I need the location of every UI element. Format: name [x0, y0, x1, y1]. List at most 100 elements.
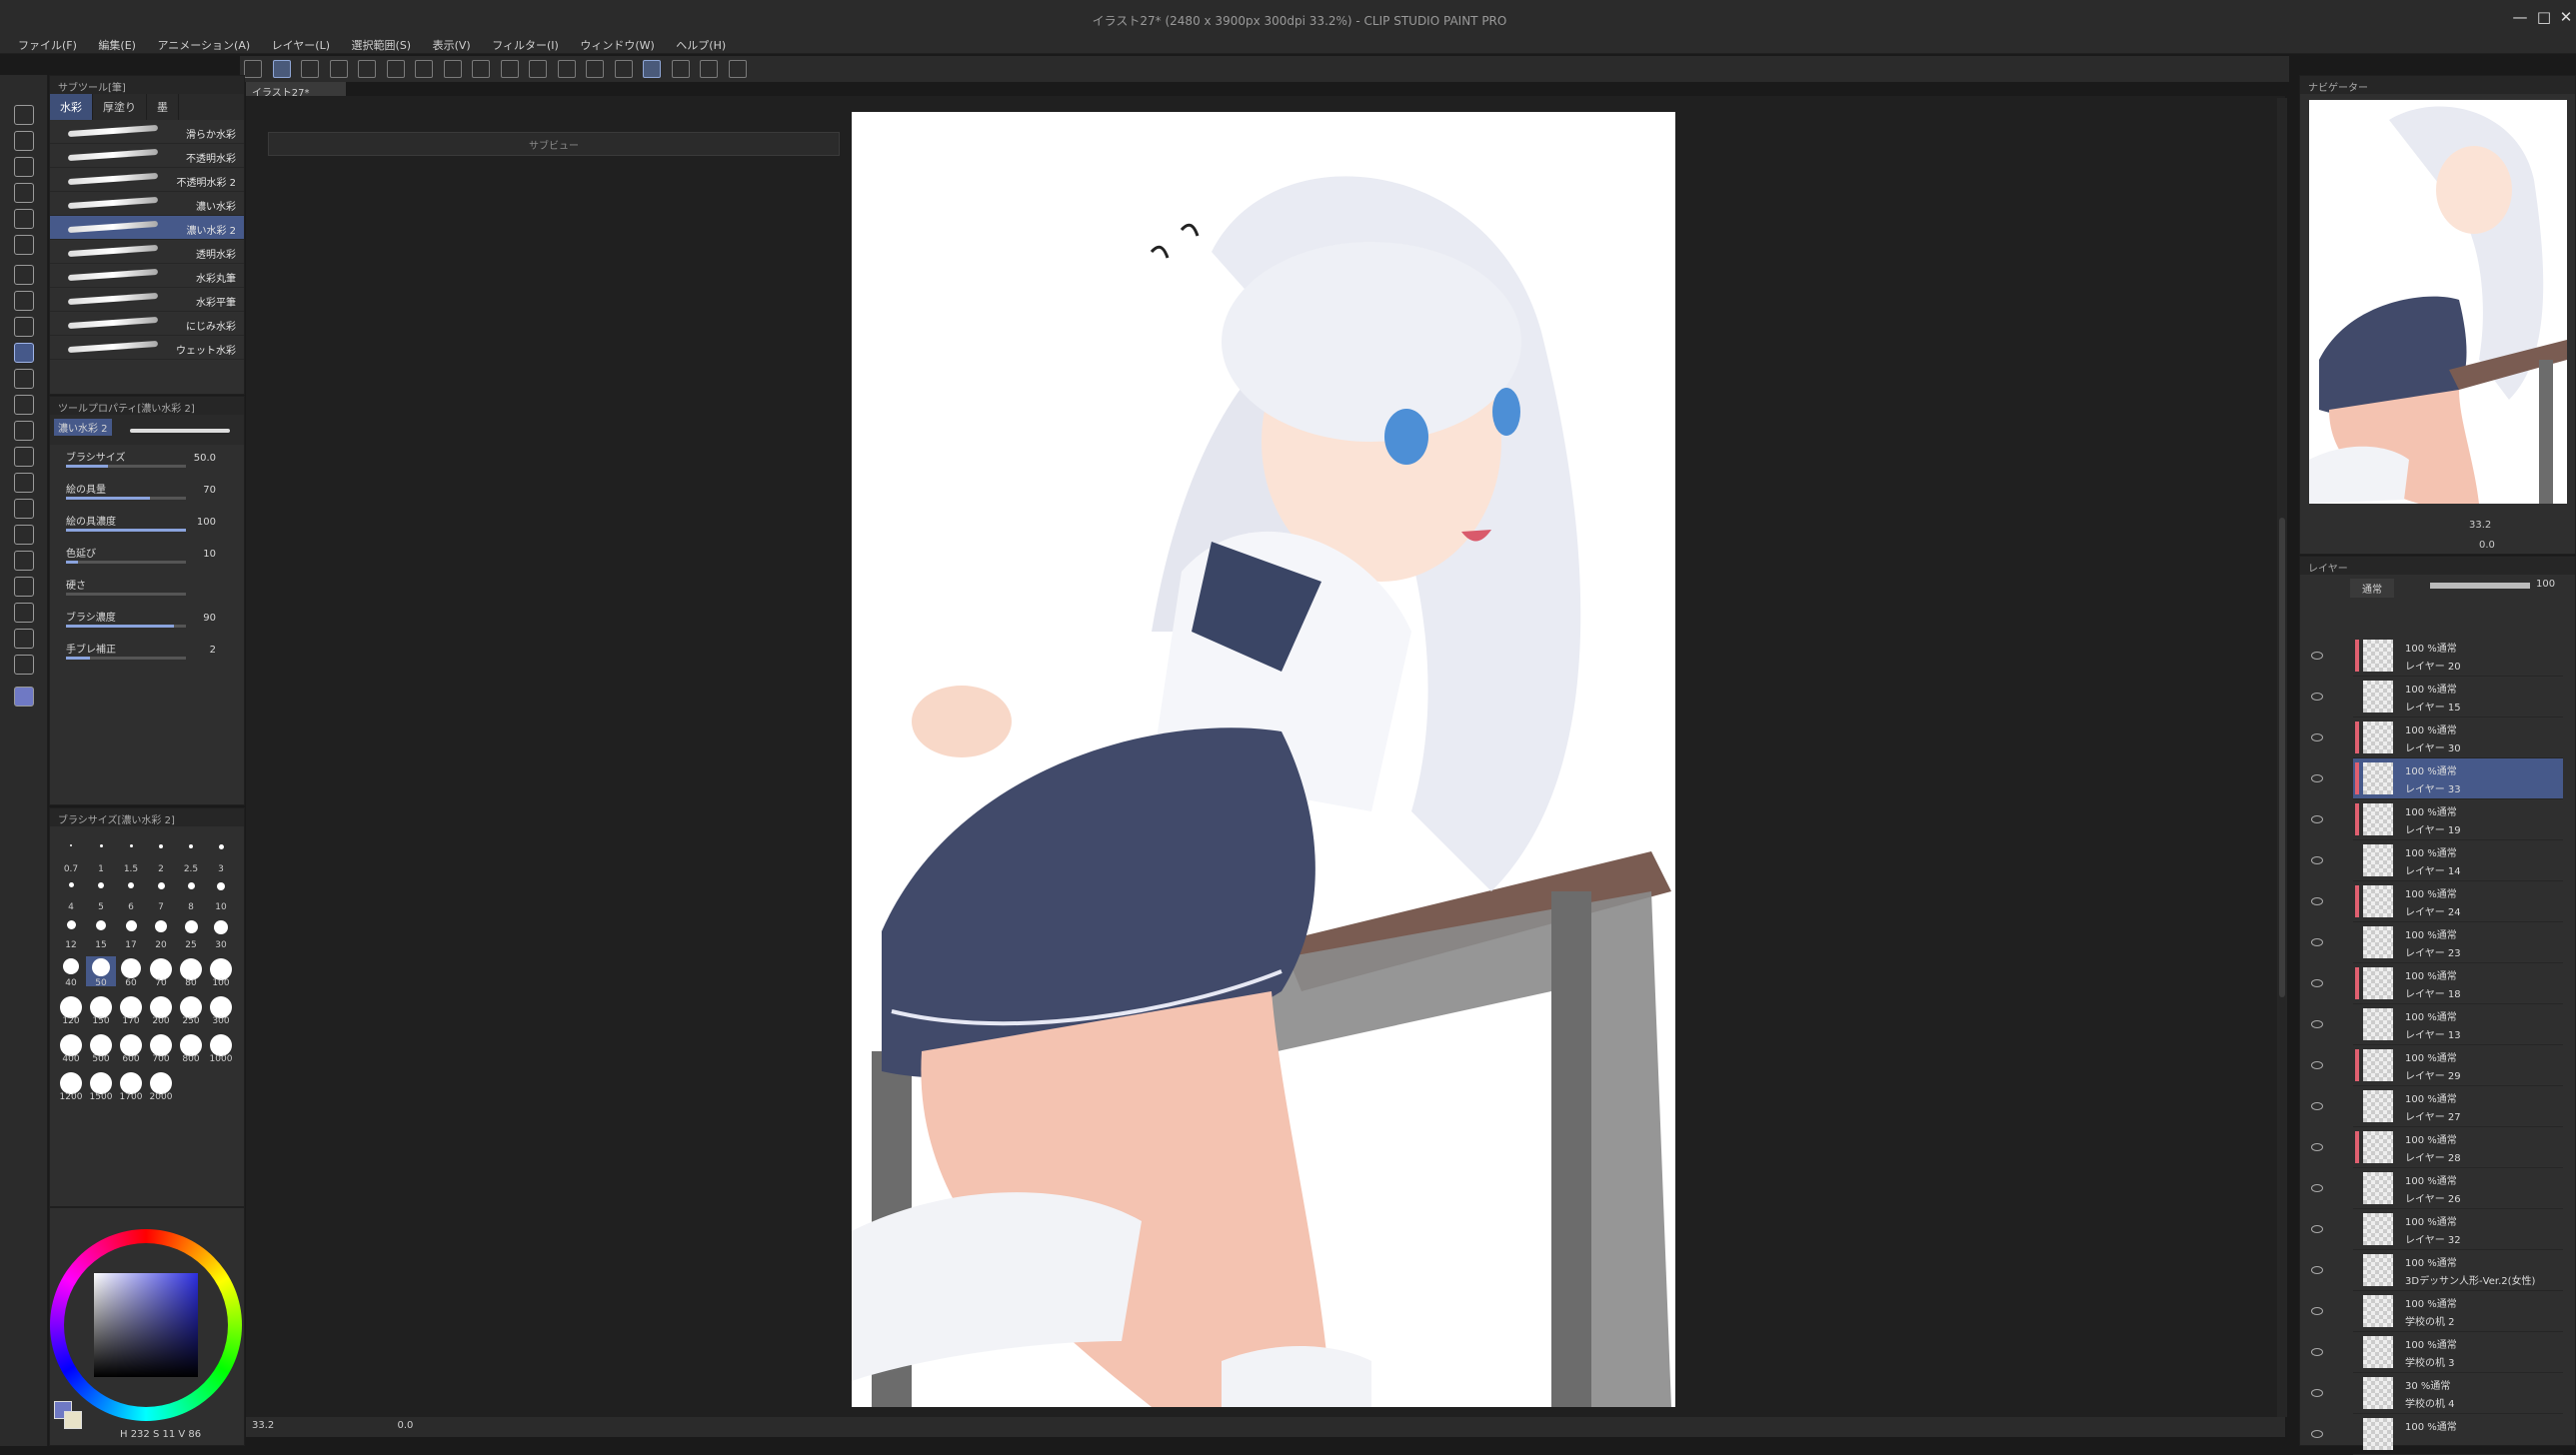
brush-size-preset[interactable]: 250	[176, 994, 206, 1026]
property-row[interactable]: 色延び 10	[50, 541, 244, 573]
layer-visibility-eye-icon[interactable]	[2311, 1184, 2323, 1192]
layer-visibility-eye-icon[interactable]	[2311, 979, 2323, 987]
brush-size-preset[interactable]: 5	[86, 880, 116, 912]
menu-toggle-icon[interactable]	[244, 60, 262, 78]
property-slider[interactable]	[66, 561, 186, 564]
layer-name[interactable]: レイヤー 14	[2405, 862, 2461, 877]
property-row[interactable]: 硬さ	[50, 573, 244, 605]
brush-size-preset[interactable]: 1	[86, 842, 116, 874]
property-row[interactable]: 手ブレ補正 2	[50, 637, 244, 669]
brush-size-preset[interactable]: 2000	[146, 1070, 176, 1102]
layer-name[interactable]: レイヤー 33	[2405, 780, 2461, 795]
brush-size-preset[interactable]: 1700	[116, 1070, 146, 1102]
brush-item[interactable]: ウェット水彩	[50, 336, 244, 360]
navigator-zoom[interactable]: 33.2	[2469, 520, 2491, 531]
airbrush-tool-icon[interactable]	[14, 369, 34, 389]
auto-select-icon[interactable]	[14, 235, 34, 255]
brush-size-preset[interactable]: 800	[176, 1032, 206, 1064]
property-slider[interactable]	[66, 465, 186, 468]
layer-name[interactable]: レイヤー 20	[2405, 658, 2461, 673]
layer-row[interactable]: 100 %通常 レイヤー 28	[2353, 1127, 2563, 1168]
brush-item[interactable]: 濃い水彩	[50, 192, 244, 216]
brush-item[interactable]: にじみ水彩	[50, 312, 244, 336]
brush-size-preset[interactable]: 300	[206, 994, 236, 1026]
layer-row[interactable]: 100 %通常 レイヤー 30	[2353, 718, 2563, 758]
brush-tool-icon[interactable]	[14, 343, 34, 363]
snap-ruler-icon[interactable]	[614, 60, 633, 78]
layer-row[interactable]: 100 %通常 レイヤー 19	[2353, 799, 2563, 840]
layer-visibility-eye-icon[interactable]	[2311, 1102, 2323, 1110]
zoom-tool-icon[interactable]	[14, 105, 34, 125]
brush-size-preset[interactable]: 1.5	[116, 842, 146, 874]
canvas-angle-value[interactable]: 0.0	[397, 1420, 413, 1431]
pencil-tool-icon[interactable]	[14, 317, 34, 337]
property-value[interactable]: 70	[203, 485, 216, 496]
menu-window[interactable]: ウィンドウ(W)	[580, 37, 654, 53]
layer-visibility-eye-icon[interactable]	[2311, 1389, 2323, 1397]
gradient-tool-icon[interactable]	[14, 499, 34, 519]
balloon-tool-icon[interactable]	[14, 629, 34, 649]
brush-size-preset[interactable]: 70	[146, 956, 176, 988]
layer-visibility-eye-icon[interactable]	[2311, 897, 2323, 905]
brush-size-preset[interactable]: 1000	[206, 1032, 236, 1064]
brush-size-preset[interactable]: 8	[176, 880, 206, 912]
decoration-tool-icon[interactable]	[14, 395, 34, 415]
layer-name[interactable]: レイヤー 28	[2405, 1149, 2461, 1164]
brush-size-preset[interactable]: 60	[116, 956, 146, 988]
brush-size-preset[interactable]: 15	[86, 918, 116, 950]
correct-line-icon[interactable]	[14, 655, 34, 675]
layer-visibility-eye-icon[interactable]	[2311, 1266, 2323, 1274]
brush-size-preset[interactable]: 200	[146, 994, 176, 1026]
figure-tool-icon[interactable]	[14, 525, 34, 545]
ruler-tool-icon[interactable]	[14, 577, 34, 597]
layer-row[interactable]: 100 %通常 学校の机 2	[2353, 1291, 2563, 1332]
menu-view[interactable]: 表示(V)	[433, 37, 471, 53]
brush-size-preset[interactable]: 7	[146, 880, 176, 912]
layer-name[interactable]: レイヤー 19	[2405, 821, 2461, 836]
brush-size-preset[interactable]: 17	[116, 918, 146, 950]
menu-layer[interactable]: レイヤー(L)	[272, 37, 330, 53]
layer-name[interactable]: レイヤー 29	[2405, 1067, 2461, 1082]
layer-row[interactable]: 100 %通常 レイヤー 26	[2353, 1168, 2563, 1209]
brush-size-preset[interactable]: 2.5	[176, 842, 206, 874]
layer-visibility-eye-icon[interactable]	[2311, 1430, 2323, 1438]
menu-selection[interactable]: 選択範囲(S)	[352, 37, 412, 53]
layer-name[interactable]: レイヤー 30	[2405, 739, 2461, 754]
brush-size-preset[interactable]: 30	[206, 918, 236, 950]
layer-row[interactable]: 100 %通常 レイヤー 24	[2353, 881, 2563, 922]
brush-item[interactable]: 透明水彩	[50, 240, 244, 264]
property-row[interactable]: ブラシ濃度 90	[50, 605, 244, 637]
layer-row[interactable]: 100 %通常 レイヤー 15	[2353, 677, 2563, 718]
brush-item-selected[interactable]: 濃い水彩 2	[50, 216, 244, 240]
layer-name[interactable]: 学校の机 4	[2405, 1395, 2455, 1410]
property-value[interactable]: 2	[210, 645, 216, 656]
layer-row[interactable]: 100 %通常 レイヤー 18	[2353, 963, 2563, 1004]
brush-size-preset[interactable]: 10	[206, 880, 236, 912]
tab-watercolor[interactable]: 水彩	[50, 94, 93, 120]
layer-row[interactable]: 100 %通常 レイヤー 13	[2353, 1004, 2563, 1045]
menu-filter[interactable]: フィルター(I)	[492, 37, 559, 53]
operation-tool-icon[interactable]	[14, 157, 34, 177]
brush-size-preset[interactable]: 25	[176, 918, 206, 950]
snap-grid-icon[interactable]	[671, 60, 690, 78]
property-row[interactable]: ブラシサイズ 50.0	[50, 445, 244, 477]
quick-access-icon[interactable]	[272, 60, 291, 78]
save-icon[interactable]	[386, 60, 405, 78]
menu-animation[interactable]: アニメーション(A)	[157, 37, 250, 53]
layer-row[interactable]: 100 %通常 レイヤー 14	[2353, 840, 2563, 881]
opacity-slider[interactable]	[2430, 583, 2530, 589]
brush-size-preset[interactable]: 20	[146, 918, 176, 950]
layer-row[interactable]: 30 %通常 学校の机 4	[2353, 1373, 2563, 1414]
close-button[interactable]: ✕	[2553, 8, 2576, 28]
open-file-icon[interactable]	[358, 60, 376, 78]
hand-tool-icon[interactable]	[14, 131, 34, 151]
layer-visibility-eye-icon[interactable]	[2311, 693, 2323, 701]
property-slider[interactable]	[66, 497, 186, 500]
layer-visibility-eye-icon[interactable]	[2311, 1061, 2323, 1069]
layer-visibility-eye-icon[interactable]	[2311, 938, 2323, 946]
brush-size-preset[interactable]: 12	[56, 918, 86, 950]
blend-tool-icon[interactable]	[14, 447, 34, 467]
layer-name[interactable]: レイヤー 18	[2405, 985, 2461, 1000]
menu-file[interactable]: ファイル(F)	[18, 37, 77, 53]
opacity-value[interactable]: 100	[2536, 579, 2555, 590]
